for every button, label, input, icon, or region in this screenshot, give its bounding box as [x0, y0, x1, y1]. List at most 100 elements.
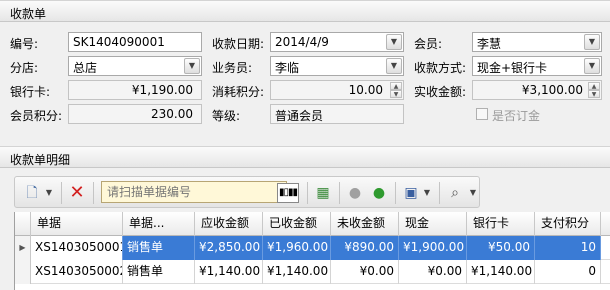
toolbar-separator — [339, 182, 340, 204]
search-icon[interactable]: ⌕ — [445, 183, 465, 203]
spreadsheet-icon[interactable]: ▦ — [313, 183, 333, 203]
bank-card-field: ¥1,190.00 — [68, 80, 202, 100]
actual-received-label: 实收金额: — [414, 85, 467, 99]
doc-cell: XS1403050001 — [31, 236, 123, 260]
card-cell: ¥50.00 — [467, 236, 535, 260]
level-field: 普通会员 — [270, 104, 404, 124]
type-cell: 销售单 — [123, 260, 195, 284]
pay-method-label: 收款方式: — [414, 61, 467, 75]
column-header[interactable]: 现金 — [399, 212, 467, 236]
points-cell: 0 — [535, 260, 601, 284]
column-header[interactable]: 单据 — [31, 212, 123, 236]
column-header[interactable]: 支付积分 — [535, 212, 601, 236]
bank-card-value: ¥1,190.00 — [131, 83, 193, 97]
chevron-down-icon[interactable]: ▼ — [386, 58, 402, 74]
member-select[interactable]: 李慧 ▼ — [472, 32, 602, 52]
pay-method-value: 现金+银行卡 — [477, 61, 548, 75]
section-title: 收款单 — [10, 7, 47, 21]
table-row[interactable]: XS1403050002 销售单 ¥1,140.00 ¥1,140.00 ¥0.… — [15, 260, 610, 284]
member-points-label: 会员积分: — [10, 109, 63, 123]
barcode-icon[interactable]: ▮▯▮▮ — [277, 183, 299, 203]
salesman-select[interactable]: 李临 ▼ — [270, 56, 404, 76]
chevron-down-icon[interactable]: ▼ — [184, 58, 200, 74]
toolbar-separator — [395, 182, 396, 204]
row-indicator-icon: ▶ — [15, 236, 31, 260]
chevron-down-icon[interactable]: ▼ — [467, 183, 479, 203]
bank-card-label: 银行卡: — [10, 85, 51, 99]
received-cell: ¥1,140.00 — [263, 260, 331, 284]
store-select[interactable]: 总店 ▼ — [68, 56, 202, 76]
number-field[interactable]: SK1404090001 — [68, 32, 202, 52]
points-used-field[interactable]: 10.00 ▲ ▼ — [270, 80, 404, 100]
points-used-label: 消耗积分: — [212, 85, 265, 99]
actual-received-value: ¥3,100.00 — [521, 83, 583, 97]
toolbar-separator — [61, 182, 62, 204]
number-label: 编号: — [10, 37, 39, 51]
scan-input[interactable] — [101, 181, 287, 203]
number-value: SK1404090001 — [73, 35, 165, 49]
chevron-down-icon[interactable]: ▼ — [43, 183, 55, 203]
table-row[interactable]: ▶ XS1403050001 销售单 ¥2,850.00 ¥1,960.00 ¥… — [15, 236, 610, 260]
unreceived-cell: ¥890.00 — [331, 236, 399, 260]
save-icon[interactable]: ▣ — [401, 183, 421, 203]
toolbar-separator — [439, 182, 440, 204]
deposit-label: 是否订金 — [492, 109, 541, 123]
toolbar-separator — [307, 182, 308, 204]
column-header[interactable]: 应收金额 — [195, 212, 263, 236]
row-indicator — [15, 260, 31, 284]
toolbar-separator — [93, 182, 94, 204]
spin-down-icon[interactable]: ▼ — [588, 90, 600, 98]
section-header-receipt: 收款单 — [0, 0, 610, 22]
new-document-icon[interactable]: 🗋 — [23, 183, 41, 203]
chevron-down-icon[interactable]: ▼ — [584, 34, 600, 50]
member-value: 李慧 — [477, 37, 502, 51]
cash-cell: ¥1,900.00 — [399, 236, 467, 260]
date-value: 2014/4/9 — [275, 35, 329, 49]
chevron-down-icon[interactable]: ▼ — [584, 58, 600, 74]
spin-up-icon[interactable]: ▲ — [588, 82, 600, 90]
spin-buttons[interactable]: ▲ ▼ — [588, 82, 600, 99]
card-cell: ¥1,140.00 — [467, 260, 535, 284]
column-header[interactable]: 已收金额 — [263, 212, 331, 236]
doc-cell: XS1403050002 — [31, 260, 123, 284]
pay-method-select[interactable]: 现金+银行卡 ▼ — [472, 56, 602, 76]
received-cell: ¥1,960.00 — [263, 236, 331, 260]
points-cell: 10 — [535, 236, 601, 260]
points-used-value: 10.00 — [348, 83, 383, 97]
column-header[interactable]: 单据... — [123, 212, 195, 236]
member-points-value: 230.00 — [151, 107, 193, 121]
section-header-detail: 收款单明细 — [0, 146, 610, 168]
store-label: 分店: — [10, 61, 39, 75]
delete-icon[interactable]: ✕ — [67, 183, 87, 203]
receivable-cell: ¥2,850.00 — [195, 236, 263, 260]
salesman-label: 业务员: — [212, 61, 253, 75]
unreceived-cell: ¥0.00 — [331, 260, 399, 284]
spin-buttons[interactable]: ▲ ▼ — [390, 82, 402, 99]
type-cell: 销售单 — [123, 236, 195, 260]
spin-down-icon[interactable]: ▼ — [390, 90, 402, 98]
level-label: 等级: — [212, 109, 241, 123]
deposit-checkbox[interactable] — [476, 108, 488, 120]
column-header[interactable]: 银行卡 — [467, 212, 535, 236]
down-arrow-icon[interactable]: ● — [369, 183, 389, 203]
detail-title: 收款单明细 — [10, 153, 71, 167]
chevron-down-icon[interactable]: ▼ — [386, 34, 402, 50]
detail-grid: 单据 单据... 应收金额 已收金额 未收金额 现金 银行卡 支付积分 ▶ XS… — [14, 212, 610, 290]
actual-received-field[interactable]: ¥3,100.00 ▲ ▼ — [472, 80, 602, 100]
header-corner — [15, 212, 31, 236]
chevron-down-icon[interactable]: ▼ — [421, 183, 433, 203]
receivable-cell: ¥1,140.00 — [195, 260, 263, 284]
detail-toolbar: 🗋 ▼ ✕ ▮▯▮▮ ▦ ● ● ▣ ▼ ⌕ ▼ — [14, 176, 480, 208]
level-value: 普通会员 — [275, 109, 324, 123]
column-header[interactable]: 未收金额 — [331, 212, 399, 236]
date-picker[interactable]: 2014/4/9 ▼ — [270, 32, 404, 52]
cash-cell: ¥0.00 — [399, 260, 467, 284]
store-value: 总店 — [73, 61, 98, 75]
spin-up-icon[interactable]: ▲ — [390, 82, 402, 90]
member-points-field: 230.00 — [68, 104, 202, 124]
salesman-value: 李临 — [275, 61, 300, 75]
member-label: 会员: — [414, 37, 443, 51]
up-arrow-icon[interactable]: ● — [345, 183, 365, 203]
date-label: 收款日期: — [212, 37, 265, 51]
table-header: 单据 单据... 应收金额 已收金额 未收金额 现金 银行卡 支付积分 — [15, 212, 610, 236]
